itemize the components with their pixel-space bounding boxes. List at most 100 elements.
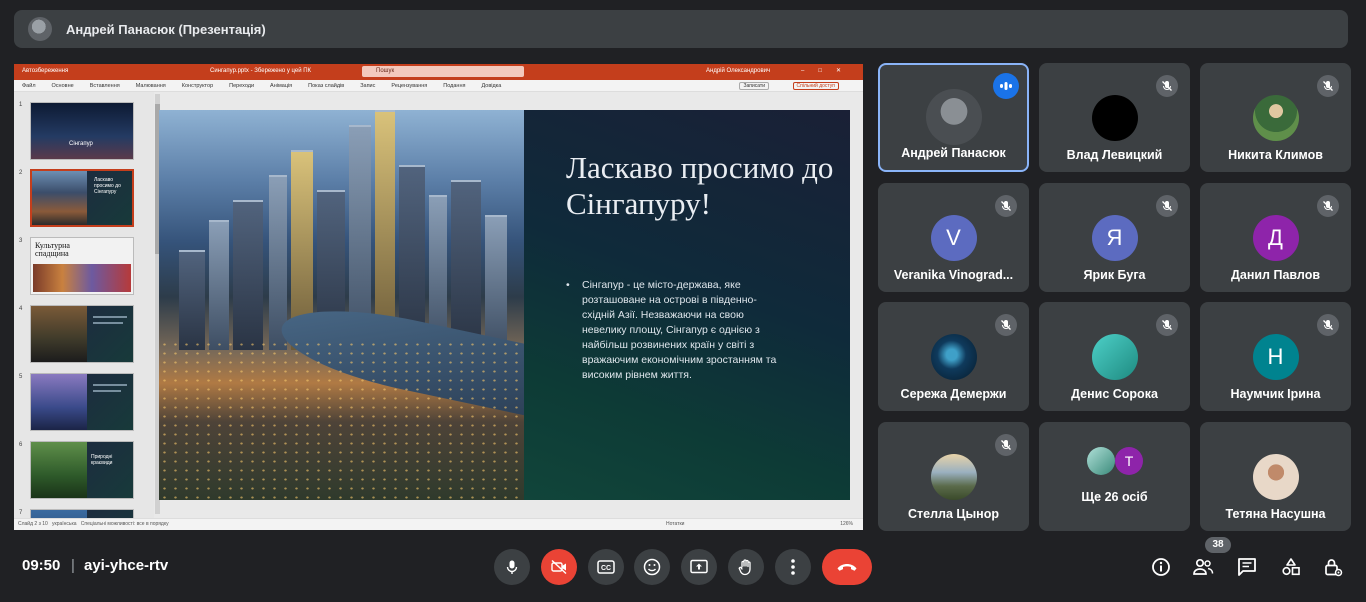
microphone-button[interactable] xyxy=(494,549,530,585)
pp-autosave[interactable]: Автозбереження xyxy=(22,68,68,74)
mic-off-icon xyxy=(1317,75,1339,97)
chat-button[interactable] xyxy=(1234,554,1260,580)
participant-avatar xyxy=(1252,95,1299,141)
pp-menu-review[interactable]: Рецензування xyxy=(391,83,427,89)
pp-menu-home[interactable]: Основне xyxy=(52,83,74,89)
mic-off-icon xyxy=(1156,195,1178,217)
participant-tile[interactable]: Сережа Демержи xyxy=(878,302,1029,411)
host-controls-button[interactable] xyxy=(1320,554,1346,580)
participant-tile[interactable]: Стелла Цынор xyxy=(878,422,1029,531)
slide-thumbnail[interactable] xyxy=(30,509,134,518)
meeting-time: 09:50 xyxy=(22,557,61,574)
slide-thumbnail[interactable] xyxy=(30,373,134,431)
thumb-number: 7 xyxy=(19,510,23,516)
pp-menu-animations[interactable]: Анімація xyxy=(270,83,292,89)
pp-menu-record[interactable]: Запис xyxy=(360,83,375,89)
participant-avatar: Я xyxy=(1091,215,1138,261)
thumb-label: Ласкаво просимо до Сінгапуру xyxy=(94,177,121,195)
meeting-code: ayi-yhce-rtv xyxy=(84,557,169,574)
captions-button[interactable]: CC xyxy=(588,549,624,585)
thumb-number: 6 xyxy=(19,442,23,448)
participant-avatar: Д xyxy=(1252,215,1299,261)
participant-avatar xyxy=(930,454,977,500)
thumb-number: 4 xyxy=(19,306,23,312)
pp-notes-toggle[interactable]: Нотатки xyxy=(666,519,684,530)
slide-title: Ласкаво просимо до Сінгапуру! xyxy=(566,150,834,221)
camera-button[interactable] xyxy=(541,549,577,585)
people-button[interactable] xyxy=(1190,554,1216,580)
participant-avatar xyxy=(1091,95,1138,141)
pp-menu-slideshow[interactable]: Показ слайдів xyxy=(308,83,344,89)
camera-off-icon xyxy=(551,559,567,575)
participant-tile[interactable]: Н Наумчик Ірина xyxy=(1200,302,1351,411)
participant-tile[interactable]: Влад Левицкий xyxy=(1039,63,1190,172)
emoji-button[interactable] xyxy=(634,549,670,585)
participant-name: Тетяна Насушна xyxy=(1225,507,1326,521)
more-participants-tile[interactable]: Т Ще 26 осіб xyxy=(1039,422,1190,531)
participant-name: Veranika Vinograd... xyxy=(893,268,1014,282)
participant-tile[interactable]: Андрей Панасюк xyxy=(878,63,1029,172)
more-options-button[interactable] xyxy=(775,549,811,585)
participant-name: Сережа Демержи xyxy=(900,387,1007,401)
participant-tile[interactable]: Д Данил Павлов xyxy=(1200,183,1351,292)
slide-thumbnail[interactable]: Сінгапур xyxy=(30,102,134,160)
shared-screen: Автозбереження Сингапур.pptx - Збережено… xyxy=(14,64,863,530)
current-slide: Ласкаво просимо до Сінгапуру! Сінгапур -… xyxy=(159,110,850,500)
mic-off-icon xyxy=(1317,314,1339,336)
emoji-icon xyxy=(643,558,661,576)
pp-doc-title: Сингапур.pptx - Збережено у цей ПК xyxy=(210,68,312,74)
slide-thumbnail-selected[interactable]: Ласкаво просимо до Сінгапуру xyxy=(30,169,134,227)
participant-tile[interactable]: Я Ярик Буга xyxy=(1039,183,1190,292)
thumb-label: Сінгапур xyxy=(69,141,93,147)
participant-name: Ярик Буга xyxy=(1083,268,1146,282)
pp-window-buttons[interactable]: –□✕ xyxy=(801,67,855,74)
leave-call-button[interactable] xyxy=(822,549,872,585)
participant-tile[interactable]: Тетяна Насушна xyxy=(1200,422,1351,531)
pp-search-input[interactable]: Пошук xyxy=(362,66,524,77)
thumb-label: Природні краєвиди xyxy=(91,454,113,466)
meeting-details-button[interactable] xyxy=(1148,554,1174,580)
pp-menu-insert[interactable]: Вставлення xyxy=(90,83,120,89)
info-icon xyxy=(1152,558,1170,576)
pp-menu-draw[interactable]: Малювання xyxy=(136,83,166,89)
host-controls-icon xyxy=(1325,559,1343,577)
pp-status-bar: Слайд 2 з 10 українська Спеціальні можли… xyxy=(14,518,863,530)
presenter-title: Андрей Панасюк (Презентація) xyxy=(66,21,266,37)
control-bar: 09:50 | ayi-yhce-rtv CC xyxy=(0,540,1366,602)
more-participants-label: Ще 26 осіб xyxy=(1081,490,1148,504)
slide-thumbnail[interactable]: Культурна спадщина xyxy=(30,237,134,295)
pp-slide-counter: Слайд 2 з 10 xyxy=(18,521,48,527)
pp-menu-file[interactable]: Файл xyxy=(22,83,36,89)
pp-record-button[interactable]: Записати xyxy=(739,82,769,90)
participant-tile[interactable]: Денис Сорока xyxy=(1039,302,1190,411)
activities-button[interactable] xyxy=(1278,554,1304,580)
participant-avatar xyxy=(930,334,977,380)
pp-titlebar: Автозбереження Сингапур.pptx - Збережено… xyxy=(14,64,863,80)
slide-thumbnail[interactable]: Природні краєвиди xyxy=(30,441,134,499)
participant-tile[interactable]: Никита Климов xyxy=(1200,63,1351,172)
participant-tile[interactable]: V Veranika Vinograd... xyxy=(878,183,1029,292)
participant-name: Стелла Цынор xyxy=(907,507,1000,521)
pp-menu-help[interactable]: Довідка xyxy=(481,83,501,89)
pp-menu-transitions[interactable]: Переходи xyxy=(229,83,254,89)
pp-accessibility[interactable]: Спеціальні можливості: все в порядку xyxy=(81,521,169,527)
participant-avatar xyxy=(925,89,982,145)
mic-off-icon xyxy=(995,195,1017,217)
participant-avatar xyxy=(1252,454,1299,500)
pp-menu-view[interactable]: Подання xyxy=(443,83,465,89)
participant-avatar: V xyxy=(930,215,977,261)
thumb-number: 2 xyxy=(19,170,23,176)
participant-name: Денис Сорока xyxy=(1071,387,1158,401)
thumb-label: Культурна спадщина xyxy=(35,241,70,258)
slide-thumbnail[interactable] xyxy=(30,305,134,363)
pp-thumbnail-pane: 1 Сінгапур 2 Ласкаво просимо до Сінгапур… xyxy=(14,92,154,518)
pp-menu-design[interactable]: Конструктор xyxy=(182,83,213,89)
pp-zoom-level[interactable]: 126% xyxy=(840,519,853,530)
raise-hand-button[interactable] xyxy=(728,549,764,585)
mic-off-icon xyxy=(995,434,1017,456)
mic-off-icon xyxy=(1156,75,1178,97)
slide-body: Сінгапур - це місто-держава, яке розташо… xyxy=(566,278,784,383)
pp-share-button[interactable]: Спільний доступ xyxy=(792,82,839,90)
present-button[interactable] xyxy=(681,549,717,585)
pp-menu-bar: Файл Основне Вставлення Малювання Констр… xyxy=(14,80,863,92)
